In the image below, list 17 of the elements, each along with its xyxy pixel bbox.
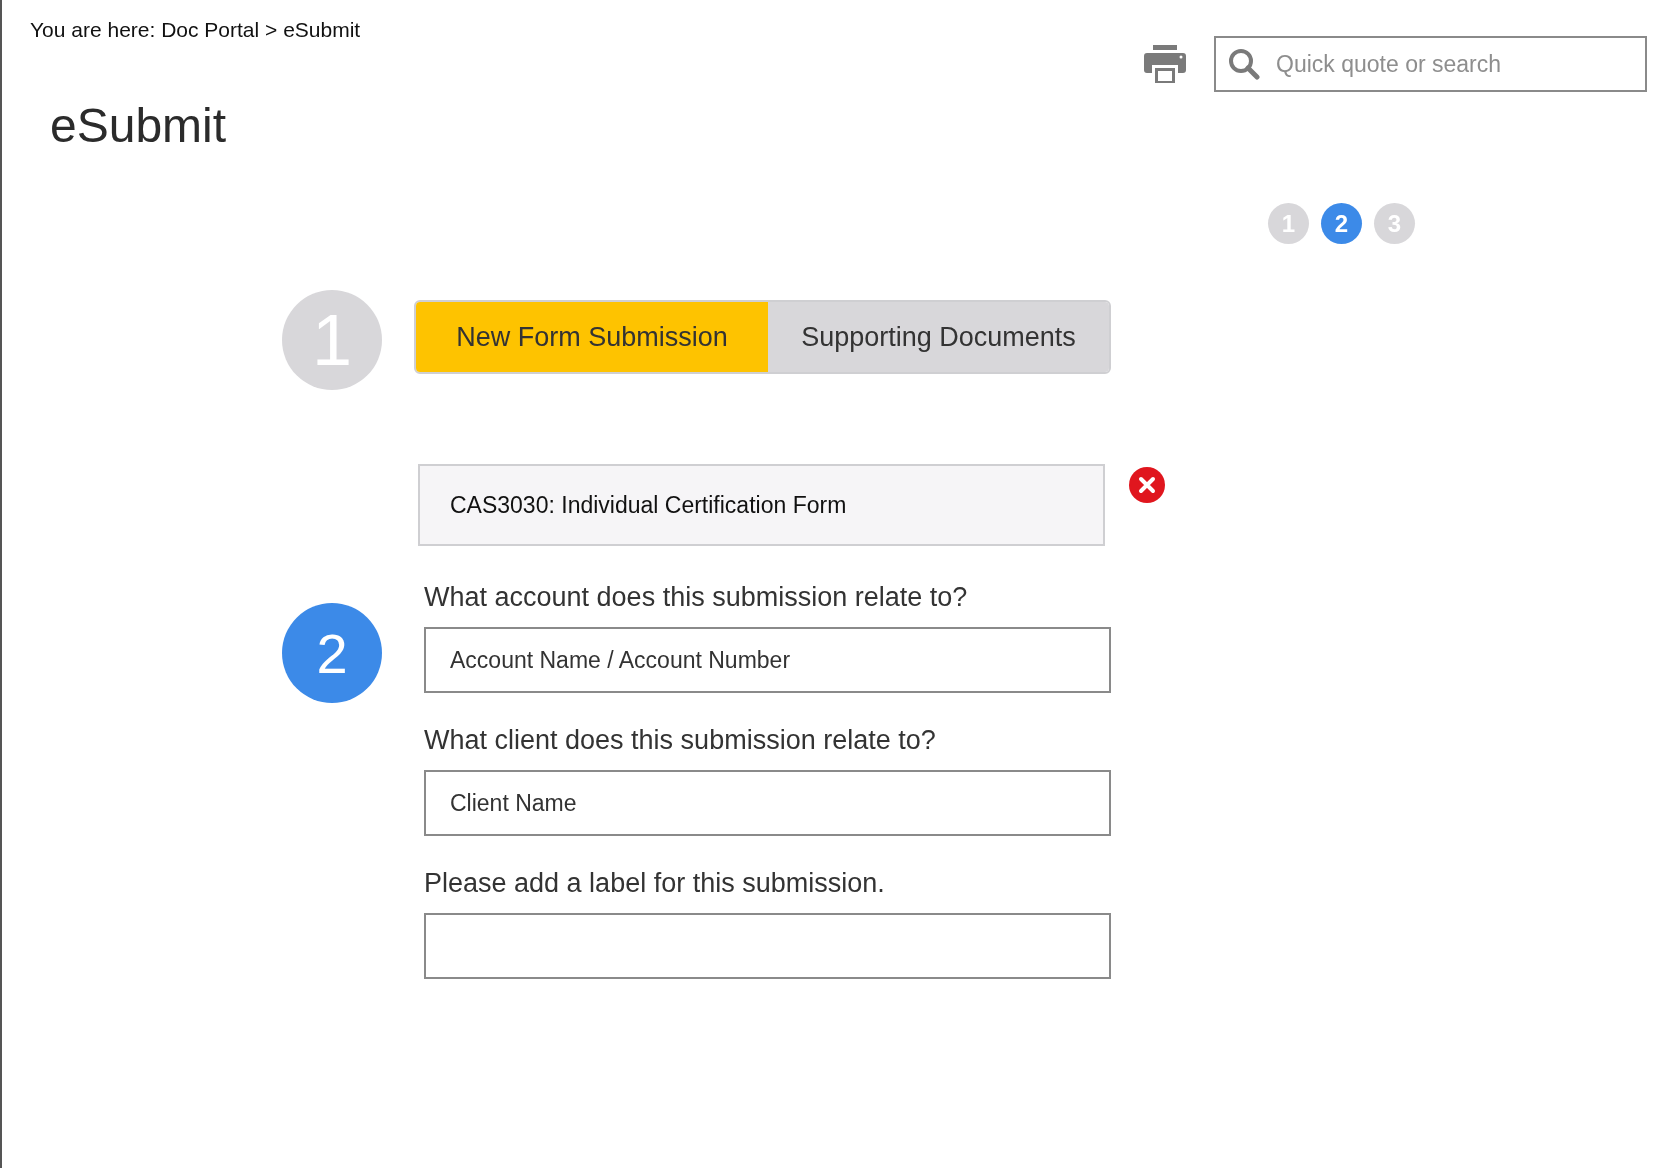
input-field[interactable]: Client Name bbox=[424, 770, 1111, 836]
progress-step: 2 bbox=[1321, 203, 1362, 244]
selected-form: CAS3030: Individual Certification Form bbox=[418, 464, 1105, 546]
page-title: eSubmit bbox=[50, 98, 228, 153]
search-icon bbox=[1228, 48, 1260, 80]
question-label: Please add a label for this submission. bbox=[424, 868, 886, 899]
question-label: What client does this submission relate to? bbox=[424, 725, 937, 756]
question-label: What account does this submission relate to? bbox=[424, 582, 969, 613]
input-field[interactable]: Account Name / Account Number bbox=[424, 627, 1111, 693]
tab[interactable]: Supporting Documents bbox=[768, 302, 1109, 372]
tab[interactable]: New Form Submission bbox=[416, 302, 768, 372]
breadcrumb: You are here: Doc Portal > eSubmit bbox=[29, 17, 361, 42]
printer-icon[interactable] bbox=[1144, 45, 1186, 83]
search-field[interactable]: Quick quote or search bbox=[1214, 36, 1647, 92]
close-icon[interactable] bbox=[1129, 467, 1165, 503]
input-field[interactable] bbox=[424, 913, 1111, 979]
step-number: 2 bbox=[282, 603, 382, 703]
